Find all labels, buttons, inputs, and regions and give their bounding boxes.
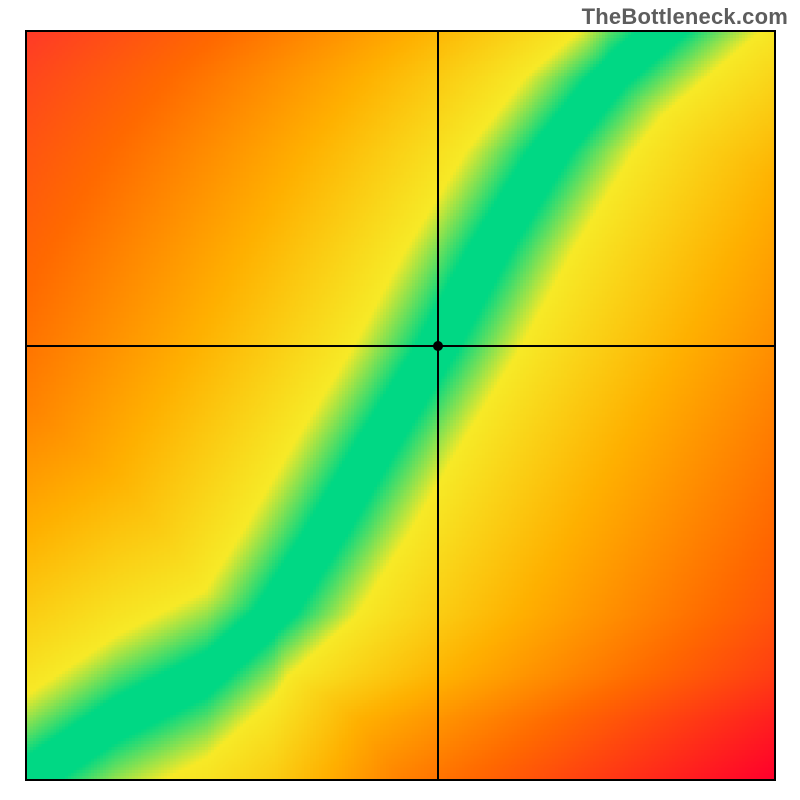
watermark-text: TheBottleneck.com: [582, 4, 788, 30]
crosshair-horizontal: [27, 345, 774, 347]
crosshair-point: [433, 341, 443, 351]
plot-frame: [25, 30, 776, 781]
crosshair-vertical: [437, 32, 439, 779]
chart-container: TheBottleneck.com: [0, 0, 800, 800]
heatmap-canvas: [27, 32, 774, 779]
